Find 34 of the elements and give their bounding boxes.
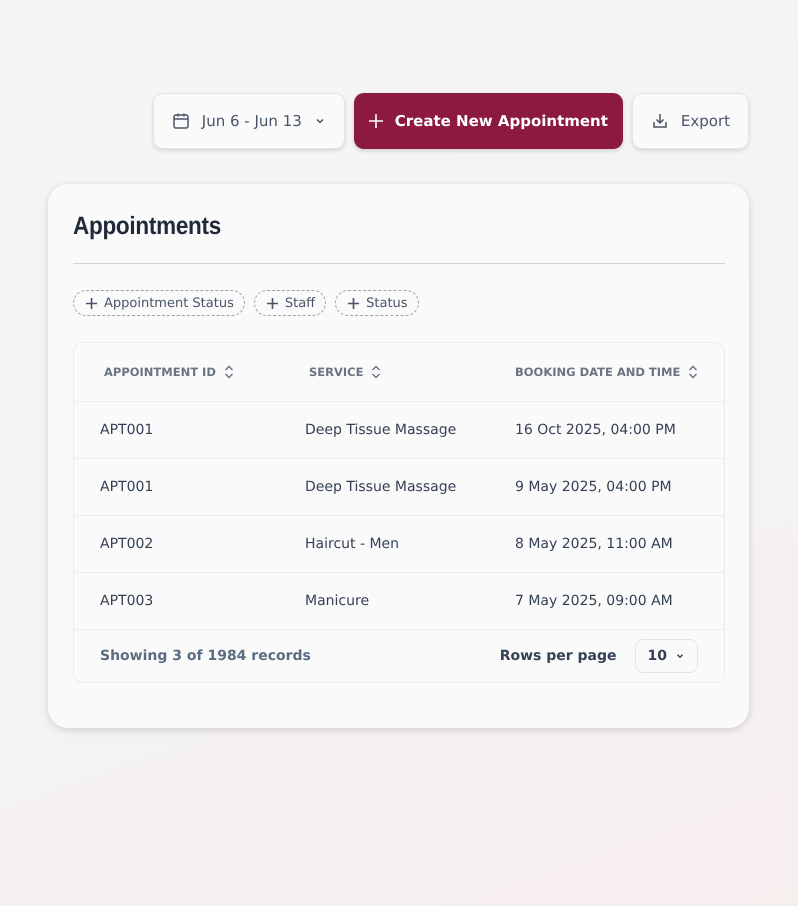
plus-icon xyxy=(368,114,383,128)
export-button[interactable]: Export xyxy=(632,93,749,149)
table-cell-text: APT001 xyxy=(100,422,154,438)
table-cell-text: Haircut - Men xyxy=(305,536,400,552)
table-cell-text: Deep Tissue Massage xyxy=(305,422,458,438)
sort-icon xyxy=(688,365,698,379)
plus-icon xyxy=(348,298,360,308)
column-header[interactable]: SERVICE xyxy=(309,365,382,379)
column-header[interactable]: BOOKING DATE AND TIME xyxy=(515,365,698,379)
filter-chip[interactable]: Appointment Status xyxy=(73,290,245,316)
filter-chip[interactable]: Staff xyxy=(254,290,326,316)
plus-icon xyxy=(86,298,97,308)
table-cell-text: 7 May 2025, 09:00 AM xyxy=(515,593,674,609)
card-title: Appointments xyxy=(73,212,221,241)
records-summary: Showing 3 of 1984 records xyxy=(100,648,311,664)
plus-icon xyxy=(266,298,278,308)
sort-icon xyxy=(224,365,234,379)
table-cell-text: Deep Tissue Massage xyxy=(305,479,458,495)
table-cell-text: APT003 xyxy=(100,593,154,609)
table-cell-text: 16 Oct 2025, 04:00 PM xyxy=(515,422,677,438)
table-cell-text: Manicure xyxy=(305,593,370,609)
date-range-button[interactable]: Jun 6 - Jun 13 xyxy=(152,93,345,149)
rows-per-page-label: Rows per page xyxy=(500,648,617,664)
filter-chip[interactable]: Status xyxy=(335,290,419,316)
table-cell-text: APT001 xyxy=(100,479,154,495)
download-icon xyxy=(650,112,669,130)
table-cell-text: 8 May 2025, 11:00 AM xyxy=(515,536,674,552)
sort-icon xyxy=(371,365,382,379)
table-cell-text: APT002 xyxy=(100,536,154,552)
rows-per-page-select[interactable]: 10 xyxy=(634,639,698,673)
column-header[interactable]: APPOINTMENT ID xyxy=(104,365,234,379)
calendar-icon xyxy=(172,112,190,130)
create-appointment-button[interactable]: Create New Appointment xyxy=(354,93,623,149)
table-cell-text: 9 May 2025, 04:00 PM xyxy=(515,479,673,495)
